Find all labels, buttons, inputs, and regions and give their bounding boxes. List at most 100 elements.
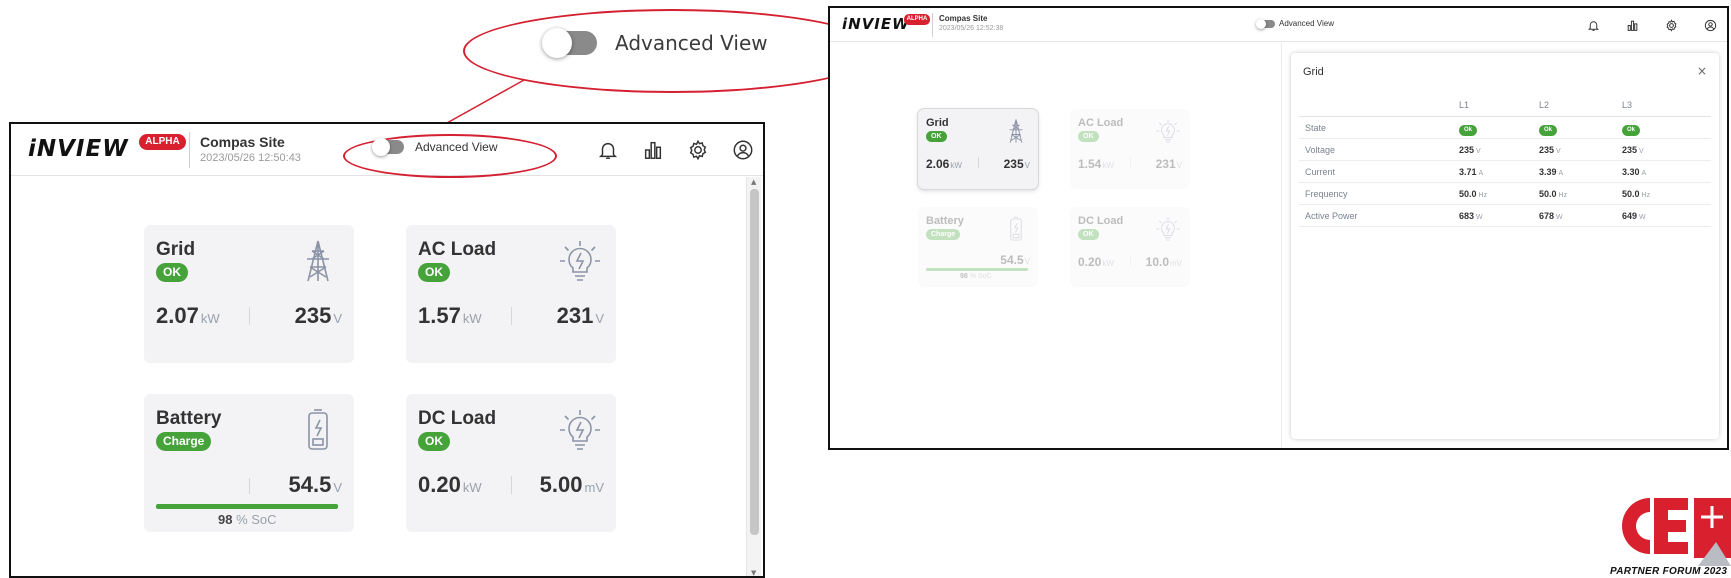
power-value: 0.20kW xyxy=(1078,255,1114,269)
column-header: L1 xyxy=(1459,100,1470,110)
metric-divider xyxy=(249,478,250,494)
table-header: L1 L2 L3 xyxy=(1299,97,1711,117)
voltage-value: 10.0mV xyxy=(1145,255,1182,269)
status-badge: OK xyxy=(926,131,947,142)
card-title: AC Load xyxy=(1078,117,1124,129)
vertical-scrollbar[interactable]: ▲ ▼ xyxy=(746,177,761,576)
card-title: Battery xyxy=(156,408,222,429)
ac-load-card[interactable]: AC Load OK 1.54kW 231V xyxy=(1070,109,1190,189)
table-cell: 235 V xyxy=(1622,145,1644,155)
lightbulb-icon xyxy=(556,406,604,454)
lightbulb-icon xyxy=(556,237,604,285)
dc-load-card[interactable]: DC Load OK 0.20 kW 5.00 mV xyxy=(406,394,616,532)
status-badge: Ok xyxy=(1539,125,1558,136)
column-header: L2 xyxy=(1539,100,1550,110)
power-value: 2.07 kW xyxy=(156,303,220,328)
site-timestamp: 2023/05/26 12:52:38 xyxy=(939,25,1004,32)
scrollbar-thumb[interactable] xyxy=(750,189,759,535)
table-cell: 683 W xyxy=(1459,211,1483,221)
state-cell: Ok xyxy=(1622,123,1641,136)
lightbulb-icon xyxy=(1154,215,1182,243)
battery-icon xyxy=(1002,215,1030,243)
soc-progress-bar xyxy=(156,504,339,509)
grid-card[interactable]: Grid OK 2.06kW 235V xyxy=(918,109,1038,189)
scroll-down-arrow-icon[interactable]: ▼ xyxy=(751,569,756,576)
advanced-view-window: iNVIEW ALPHA Compas Site 2023/05/26 12:5… xyxy=(828,6,1729,450)
advanced-view-toggle[interactable] xyxy=(372,138,404,156)
power-value: 0.20kW xyxy=(418,472,482,497)
partner-forum-tagline: PARTNER FORUM 2023 xyxy=(1610,566,1728,577)
metric-divider xyxy=(978,157,979,168)
gear-icon[interactable] xyxy=(1663,17,1679,33)
user-icon[interactable] xyxy=(1702,17,1718,33)
bell-icon[interactable] xyxy=(1585,17,1601,33)
scroll-up-arrow-icon[interactable]: ▲ xyxy=(751,178,756,186)
soc-progress-bar xyxy=(926,268,1028,271)
table-cell: 235 V xyxy=(1459,145,1481,155)
battery-icon xyxy=(294,406,342,454)
alpha-badge: ALPHA xyxy=(139,134,186,150)
status-badge: Ok xyxy=(1622,125,1641,136)
metric-divider xyxy=(249,307,250,325)
advanced-view-toggle[interactable] xyxy=(1256,19,1275,29)
header-divider xyxy=(932,13,933,37)
table-cell: 235 V xyxy=(1539,145,1561,155)
row-label: Current xyxy=(1305,167,1336,177)
site-timestamp: 2023/05/26 12:50:43 xyxy=(200,152,301,164)
dc-load-card[interactable]: DC Load OK 0.20kW 10.0mV xyxy=(1070,207,1190,287)
voltage-value: 54.5V xyxy=(1000,253,1030,267)
bell-icon[interactable] xyxy=(595,137,621,163)
site-name: Compas Site xyxy=(939,14,988,23)
metric-divider xyxy=(1130,255,1131,266)
alpha-badge: ALPHA xyxy=(904,14,930,25)
table-row: Current 3.71 A 3.39 A 3.30 A xyxy=(1299,161,1711,183)
table-cell: 3.39 A xyxy=(1539,167,1564,177)
close-icon[interactable]: × xyxy=(1697,64,1707,78)
status-badge: OK xyxy=(1078,229,1099,240)
metric-divider xyxy=(511,307,512,325)
pylon-icon xyxy=(1002,117,1030,145)
power-value: 1.54kW xyxy=(1078,157,1114,171)
table-cell: 50.0 Hz xyxy=(1459,189,1488,199)
metric-divider xyxy=(511,476,512,494)
chart-icon[interactable] xyxy=(1624,17,1640,33)
inview-logo: iNVIEW xyxy=(28,136,129,162)
phase-table: L1 L2 L3 State Ok Ok Ok Voltage 235 V 235… xyxy=(1299,97,1711,227)
site-name: Compas Site xyxy=(200,134,285,150)
battery-card[interactable]: Battery Charge 54.5V 98 % SoC xyxy=(918,207,1038,287)
row-label: State xyxy=(1305,123,1327,133)
power-value: 2.06kW xyxy=(926,157,962,171)
chart-icon[interactable] xyxy=(640,137,666,163)
advanced-view-toggle-zoomed[interactable] xyxy=(542,28,597,58)
table-cell: 50.0 Hz xyxy=(1622,189,1651,199)
overview-content: Grid OK 2.07 kW 235 V AC Load OK 1.57 kW 23… xyxy=(11,177,763,576)
state-cell: Ok xyxy=(1539,123,1558,136)
table-cell: 649 W xyxy=(1622,211,1646,221)
power-value: 1.57 kW xyxy=(418,303,482,328)
voltage-value: 231V xyxy=(556,303,604,328)
cet-partner-forum-logo: PARTNER FORUM 2023 xyxy=(1598,492,1731,578)
app-header: iNVIEW ALPHA Compas Site 2023/05/26 12:5… xyxy=(830,8,1727,42)
inview-logo: iNVIEW xyxy=(842,15,910,33)
grid-card[interactable]: Grid OK 2.07 kW 235 V xyxy=(144,225,354,363)
ac-load-card[interactable]: AC Load OK 1.57 kW 231 V xyxy=(406,225,616,363)
user-icon[interactable] xyxy=(730,137,756,163)
card-title: DC Load xyxy=(418,408,497,429)
metric-divider xyxy=(1130,157,1131,168)
table-cell: 50.0 Hz xyxy=(1539,189,1568,199)
status-badge: OK xyxy=(418,432,450,451)
card-title: AC Load xyxy=(418,239,497,260)
panel-divider xyxy=(1281,43,1282,448)
row-label: Active Power xyxy=(1305,211,1358,221)
status-badge: Charge xyxy=(156,432,212,451)
panel-title: Grid xyxy=(1303,66,1324,78)
soc-value: 98 % SoC xyxy=(218,512,277,527)
battery-card[interactable]: Battery Charge 54.5V 98 % SoC xyxy=(144,394,354,532)
table-row: State Ok Ok Ok xyxy=(1299,117,1711,139)
status-badge: OK xyxy=(1078,131,1099,142)
row-label: Frequency xyxy=(1305,189,1348,199)
status-badge: OK xyxy=(156,263,188,282)
gear-icon[interactable] xyxy=(685,137,711,163)
state-cell: Ok xyxy=(1459,123,1478,136)
voltage-value: 5.00 mV xyxy=(539,472,604,497)
